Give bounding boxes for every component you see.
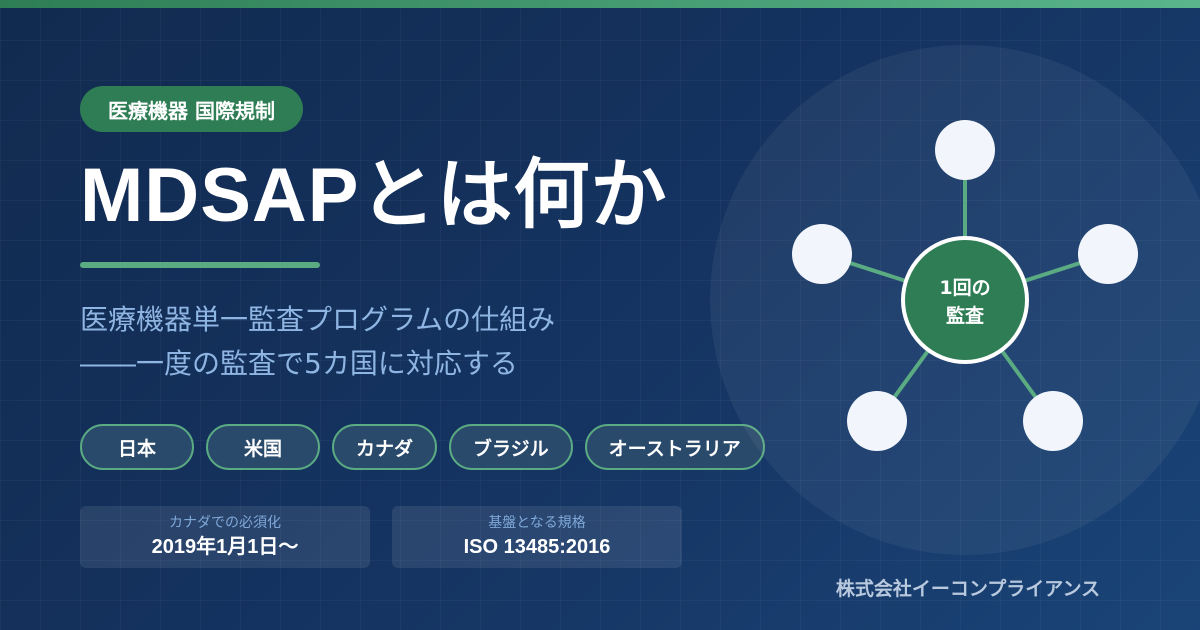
hub-label-line-2: 監査 (946, 304, 985, 327)
hub-label-line-1: 1回の (939, 277, 990, 299)
satellite-node (792, 224, 852, 284)
satellite-node (1078, 224, 1138, 284)
satellite-node (935, 120, 995, 180)
hub-node (901, 236, 1029, 364)
audit-hub-diagram: 1回の 監査 (710, 45, 1200, 555)
satellite-node (847, 391, 907, 451)
company-name: 株式会社イーコンプライアンス (835, 578, 1101, 600)
satellite-node (1023, 391, 1083, 451)
